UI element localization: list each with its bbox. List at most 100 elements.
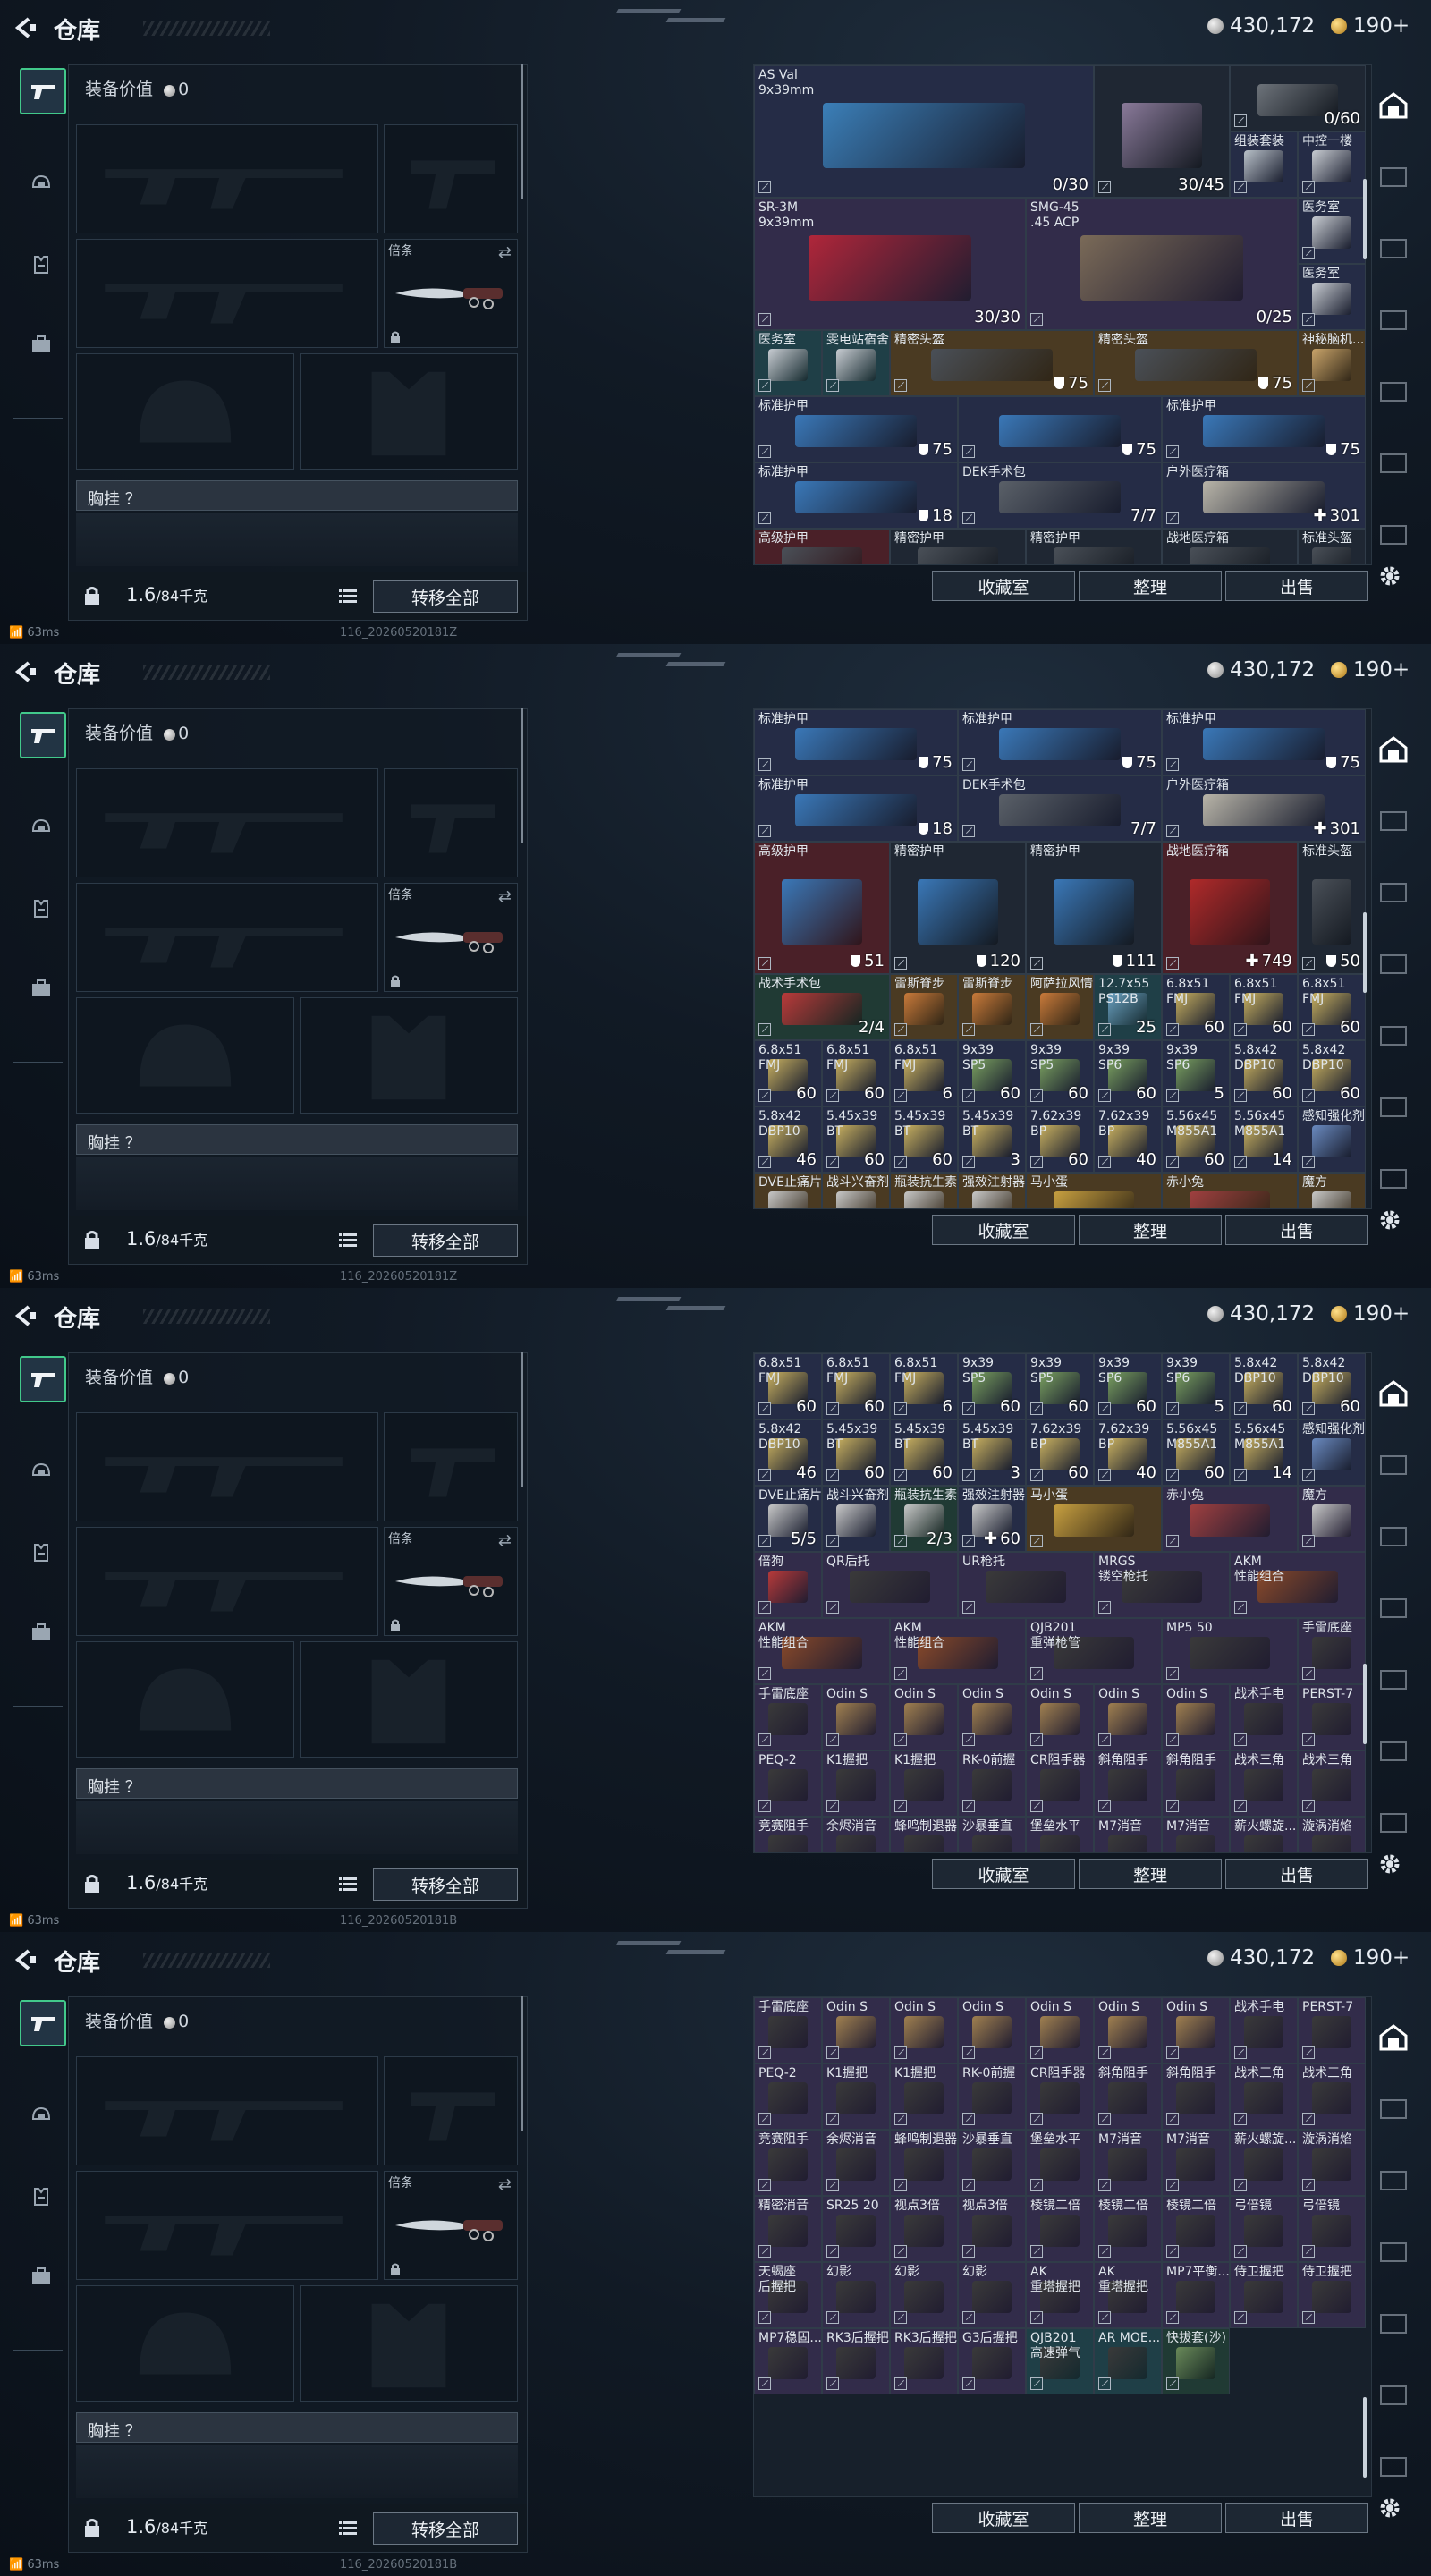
stash-item[interactable]: 标准护甲 75 bbox=[754, 709, 958, 775]
stash-item[interactable]: AKM 性能组合 bbox=[1230, 1552, 1366, 1618]
primary-weapon-slot[interactable] bbox=[76, 2056, 378, 2165]
secondary-weapon-slot[interactable] bbox=[76, 239, 378, 348]
melee-slot[interactable]: 倍条 ⇄ bbox=[384, 2171, 518, 2280]
stash-item[interactable]: MRGS 镂空枪托 bbox=[1094, 1552, 1230, 1618]
stash-item[interactable]: 斜角阻手 bbox=[1162, 2063, 1230, 2130]
stash-item[interactable]: RK3后握把 bbox=[890, 2328, 958, 2394]
helmet-slot[interactable] bbox=[76, 2285, 294, 2402]
stash-item[interactable]: 薪火螺旋... bbox=[1230, 1817, 1298, 1852]
sell-button[interactable]: 出售 bbox=[1225, 2503, 1368, 2533]
silver-currency[interactable]: 430,172 bbox=[1207, 1946, 1315, 1970]
swap-icon[interactable]: ⇄ bbox=[498, 2175, 512, 2194]
tab-bag[interactable] bbox=[20, 966, 63, 1009]
stash-item[interactable]: CR阻手器 bbox=[1026, 1750, 1094, 1817]
stash-item[interactable]: Odin S bbox=[1026, 1997, 1094, 2063]
gold-currency[interactable]: 190+ bbox=[1331, 14, 1410, 38]
stash-page-icon[interactable] bbox=[1377, 233, 1410, 265]
stash-item[interactable]: 5.56x45 M855A1 14 bbox=[1230, 1106, 1298, 1173]
stash-item[interactable]: M7消音 bbox=[1162, 2130, 1230, 2196]
stash-item[interactable]: 标准头盔 bbox=[1298, 529, 1366, 564]
stash-page-icon[interactable] bbox=[1377, 1091, 1410, 1123]
stash-item[interactable]: 战术手术包 2/4 bbox=[754, 974, 890, 1040]
stash-item[interactable]: 7.62x39 BP 60 bbox=[1026, 1106, 1094, 1173]
stash-item[interactable]: 堡垒水平 bbox=[1026, 1817, 1094, 1852]
transfer-all-button[interactable]: 转移全部 bbox=[373, 580, 518, 613]
stash-item[interactable]: 5.56x45 M855A1 60 bbox=[1162, 1106, 1230, 1173]
stash-item[interactable]: Odin S bbox=[890, 1997, 958, 2063]
stash-item[interactable]: 标准护甲 18 bbox=[754, 775, 958, 842]
chest-rig-slot[interactable]: 胸挂 ？ bbox=[76, 480, 518, 511]
stash-page-icon[interactable] bbox=[1377, 2308, 1410, 2340]
stash-item[interactable]: AS Val 9x39mm 0/30 bbox=[754, 65, 1094, 198]
stash-item[interactable]: 堡垒水平 bbox=[1026, 2130, 1094, 2196]
stash-item[interactable]: 精密头盔 75 bbox=[1094, 330, 1298, 396]
tab-helmet[interactable] bbox=[20, 163, 63, 206]
stash-item[interactable]: 5.45x39 BT 3 bbox=[958, 1106, 1026, 1173]
stash-item[interactable]: 6.8x51 FMJ 6 bbox=[890, 1040, 958, 1106]
stash-item[interactable]: 6.8x51 FMJ 60 bbox=[754, 1040, 822, 1106]
silver-currency[interactable]: 430,172 bbox=[1207, 14, 1315, 38]
stash-item[interactable]: 竞赛阻手 bbox=[754, 1817, 822, 1852]
stash-page-icon[interactable] bbox=[1377, 2093, 1410, 2125]
tab-bag[interactable] bbox=[20, 1610, 63, 1653]
stash-item[interactable]: AK 重塔握把 bbox=[1094, 2262, 1162, 2328]
sell-button[interactable]: 出售 bbox=[1225, 1859, 1368, 1889]
stash-page-icon[interactable] bbox=[1377, 1735, 1410, 1767]
stash-item[interactable]: 精密护甲 120 bbox=[890, 842, 1026, 974]
stash-item[interactable]: K1握把 bbox=[890, 2063, 958, 2130]
stash-item[interactable]: K1握把 bbox=[890, 1750, 958, 1817]
stash-item[interactable]: K1握把 bbox=[822, 2063, 890, 2130]
stash-item[interactable]: 快拔套(沙) bbox=[1162, 2328, 1230, 2394]
stash-item[interactable]: 精密护甲 bbox=[1026, 529, 1162, 564]
stash-page-icon[interactable] bbox=[1377, 1664, 1410, 1696]
stash-item[interactable]: 赤小兔 bbox=[1162, 1173, 1298, 1208]
stash-item[interactable]: 5.8x42 DBP10 46 bbox=[754, 1419, 822, 1486]
stash-item[interactable]: 沙暴垂直 bbox=[958, 1817, 1026, 1852]
stash-item[interactable]: 标准护甲 75 bbox=[1162, 396, 1366, 462]
stash-item[interactable]: 6.8x51 FMJ 60 bbox=[822, 1353, 890, 1419]
warehouse-icon[interactable] bbox=[1377, 733, 1410, 766]
back-arrow-icon[interactable] bbox=[13, 1303, 38, 1328]
stash-item[interactable]: 7.62x39 BP 40 bbox=[1094, 1419, 1162, 1486]
lock-icon[interactable] bbox=[83, 2518, 101, 2538]
list-icon[interactable] bbox=[339, 1232, 357, 1248]
stash-page-icon[interactable] bbox=[1377, 948, 1410, 980]
tab-vest[interactable] bbox=[20, 887, 63, 930]
stash-page-icon[interactable] bbox=[1377, 376, 1410, 408]
stash-item[interactable]: SR-3M 9x39mm 30/30 bbox=[754, 198, 1026, 330]
stash-item[interactable]: 侍卫握把 bbox=[1298, 2262, 1366, 2328]
stash-item[interactable]: 组装套装 bbox=[1230, 131, 1298, 198]
stash-item[interactable]: 余烬消音 bbox=[822, 1817, 890, 1852]
stash-item[interactable]: 棱镜二倍 bbox=[1026, 2196, 1094, 2262]
stash-item[interactable]: 医务室 bbox=[754, 330, 822, 396]
stash-item[interactable]: 斜角阻手 bbox=[1162, 1750, 1230, 1817]
collection-button[interactable]: 收藏室 bbox=[932, 1215, 1075, 1245]
stash-item[interactable]: M7消音 bbox=[1162, 1817, 1230, 1852]
tab-helmet[interactable] bbox=[20, 1451, 63, 1494]
stash-item[interactable]: 户外医疗箱 ✚ 301 bbox=[1162, 462, 1366, 529]
stash-item[interactable]: 蜂鸣制退器 bbox=[890, 1817, 958, 1852]
pistol-slot[interactable] bbox=[384, 2056, 518, 2165]
list-icon[interactable] bbox=[339, 1876, 357, 1892]
stash-item[interactable]: 战术三角 bbox=[1298, 2063, 1366, 2130]
stash-item[interactable]: 5.8x42 DBP10 60 bbox=[1230, 1353, 1298, 1419]
stash-item[interactable]: SMG-45 .45 ACP 0/25 bbox=[1026, 198, 1298, 330]
stash-item[interactable]: SR25 20 bbox=[822, 2196, 890, 2262]
armor-slot[interactable] bbox=[300, 2285, 518, 2402]
stash-page-icon[interactable] bbox=[1377, 1521, 1410, 1553]
warehouse-icon[interactable] bbox=[1377, 89, 1410, 122]
stash-item[interactable]: K1握把 bbox=[822, 1750, 890, 1817]
primary-weapon-slot[interactable] bbox=[76, 124, 378, 233]
melee-slot[interactable]: 倍条 ⇄ bbox=[384, 1527, 518, 1636]
stash-item[interactable]: CR阻手器 bbox=[1026, 2063, 1094, 2130]
stash-page-icon[interactable] bbox=[1377, 1807, 1410, 1839]
stash-item[interactable]: 6.8x51 FMJ 60 bbox=[1162, 974, 1230, 1040]
tab-vest[interactable] bbox=[20, 243, 63, 286]
stash-item[interactable]: 漩涡消焰 bbox=[1298, 2130, 1366, 2196]
stash-item[interactable]: 精密消音 bbox=[754, 2196, 822, 2262]
stash-item[interactable]: 75 bbox=[958, 396, 1162, 462]
tab-bag[interactable] bbox=[20, 322, 63, 365]
tab-weapons[interactable] bbox=[20, 68, 66, 114]
stash-item[interactable]: 棱镜二倍 bbox=[1094, 2196, 1162, 2262]
stash-item[interactable]: 魔方 bbox=[1298, 1486, 1366, 1552]
